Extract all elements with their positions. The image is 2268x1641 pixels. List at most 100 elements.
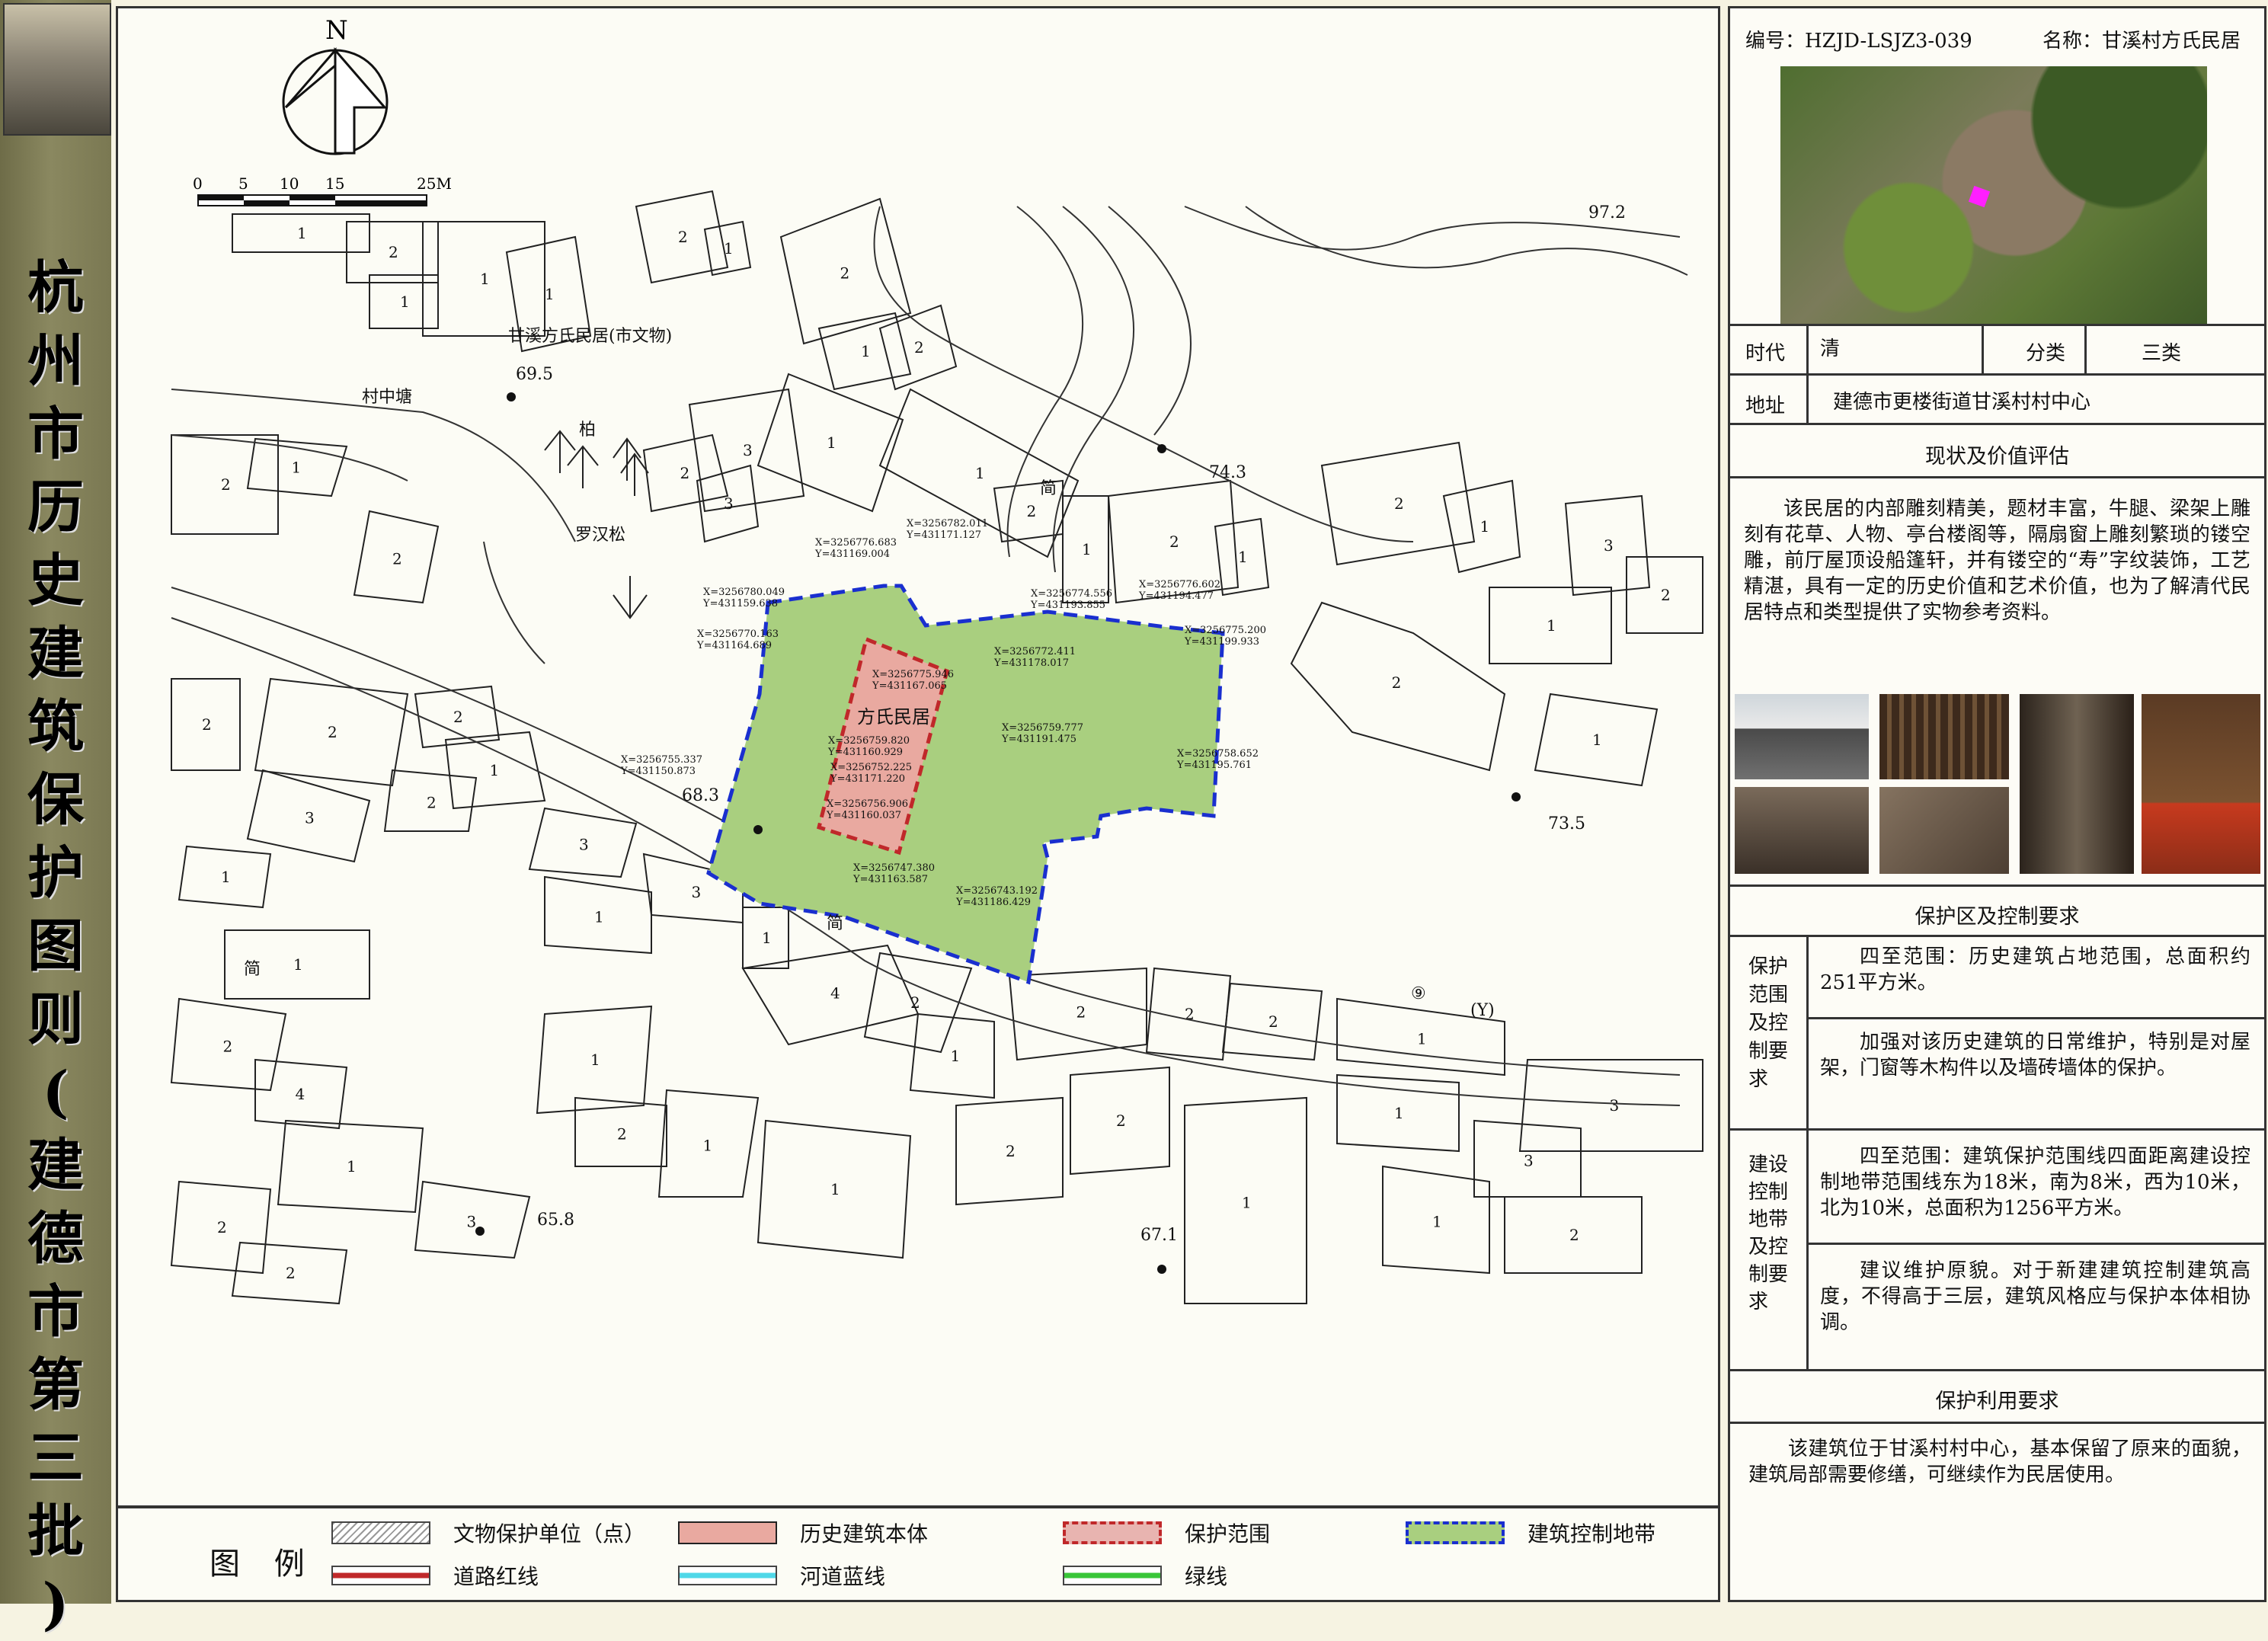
protect-swatch xyxy=(1063,1521,1162,1544)
coordinate-label: X=3256756.906 Y=431160.037 xyxy=(826,798,908,821)
storey-number: 4 xyxy=(830,984,840,1003)
storey-number: 2 xyxy=(680,464,690,482)
storey-number: 2 xyxy=(202,715,212,734)
storey-number: 1 xyxy=(594,908,604,926)
address-value: 建德市更楼街道甘溪村村中心 xyxy=(1833,391,2091,414)
storey-number: 2 xyxy=(453,708,463,726)
storey-number: 1 xyxy=(1432,1213,1442,1231)
info-panel: 编号：HZJD-LSJZ3-039 名称：甘溪村方氏民居 时代 清 分类 三类 … xyxy=(1728,6,2266,1602)
storey-number: 2 xyxy=(1394,494,1404,513)
storey-number: 1 xyxy=(1082,540,1092,558)
legend-label: 建筑控制地带 xyxy=(1527,1521,1656,1547)
storey-number: 2 xyxy=(1027,502,1037,520)
storey-number: 3 xyxy=(1610,1096,1620,1115)
legend-item-road-red-line: 道路红线 xyxy=(331,1560,539,1591)
elevation-label: 74.3 xyxy=(1209,463,1246,482)
coordinate-label: X=3256780.049 Y=431159.638 xyxy=(702,587,785,609)
carving-photo xyxy=(1879,694,2009,779)
body-swatch xyxy=(678,1521,777,1544)
storey-number: 2 xyxy=(389,243,398,261)
legend-label: 文物保护单位（点） xyxy=(453,1521,646,1547)
storey-number: 1 xyxy=(1394,1104,1404,1122)
scale-tick: 10 xyxy=(280,174,299,193)
protect-label: 保护范围及控制要求 xyxy=(1748,955,1789,1091)
coordinate-label: X=3256775.946 Y=431167.065 xyxy=(872,669,954,692)
title-char: 州 xyxy=(27,328,84,394)
storey-number: 2 xyxy=(910,993,920,1012)
legend-item-heritage-point: 文物保护单位（点） xyxy=(331,1518,645,1548)
storey-number: 2 xyxy=(1569,1226,1579,1244)
storey-number: 2 xyxy=(217,1218,227,1236)
coordinate-label: X=3256775.200 Y=431199.933 xyxy=(1184,625,1266,648)
coordinate-label: X=3256759.777 Y=431191.475 xyxy=(1001,722,1083,745)
storey-number: 2 xyxy=(1392,673,1402,692)
road-number: ⑨ xyxy=(1411,984,1426,1003)
storey-number: 2 xyxy=(1169,533,1179,551)
storey-number: 1 xyxy=(297,224,307,242)
arhat-pine-label: 罗汉松 xyxy=(575,526,625,545)
storey-number: 1 xyxy=(951,1047,961,1065)
scale-tick: 15 xyxy=(325,174,344,193)
legend-item-control-zone: 建筑控制地带 xyxy=(1406,1518,1655,1548)
storey-number: 1 xyxy=(221,868,231,886)
coordinate-label: X=3256772.411 Y=431178.017 xyxy=(993,646,1076,669)
title-char: 市 xyxy=(27,401,84,467)
storey-number: 2 xyxy=(617,1125,627,1144)
address-label: 地址 xyxy=(1745,395,1786,417)
hatch-swatch xyxy=(331,1521,430,1544)
legend-item-green-line: 绿线 xyxy=(1063,1560,1227,1591)
legend-label: 道路红线 xyxy=(453,1564,539,1589)
scale-tick: 5 xyxy=(238,174,248,193)
use-text: 该建筑位于甘溪村村中心，基本保留了原来的面貌，建筑局部需要修缮，可继续作为民居使… xyxy=(1748,1438,2251,1486)
protect-text-2: 加强对该历史建筑的日常维护，特别是对屋架，门窗等木构件以及墙砖墙体的保护。 xyxy=(1820,1031,2250,1080)
storey-number: 3 xyxy=(692,883,702,901)
storey-number: 1 xyxy=(545,285,555,303)
legend-label: 绿线 xyxy=(1185,1564,1228,1589)
use-title: 保护利用要求 xyxy=(1935,1390,2059,1413)
coordinate-label: X=3256782.011 Y=431171.127 xyxy=(906,518,988,541)
storey-number: 3 xyxy=(305,809,315,827)
coordinate-label: X=3256759.820 Y=431160.929 xyxy=(827,735,910,758)
title-char: 杭 xyxy=(27,255,84,321)
title-char: 筑 xyxy=(27,694,84,760)
legend: 图 例 文物保护单位（点） 历史建筑本体 保护范围 建筑控制地带 道路红线 河道… xyxy=(116,1506,1720,1602)
storey-number: 1 xyxy=(1592,731,1602,749)
legend-title: 图 例 xyxy=(210,1547,317,1582)
jian-label: 简 xyxy=(1040,479,1057,498)
class-value: 三类 xyxy=(2142,342,2182,365)
storey-number: 3 xyxy=(724,494,734,513)
building-name-label: 方氏民居 xyxy=(857,706,930,728)
ceiling-photo xyxy=(2142,694,2260,874)
legend-item-protection-range: 保护范围 xyxy=(1063,1518,1270,1548)
control-swatch xyxy=(1406,1521,1505,1544)
storey-number: 1 xyxy=(827,433,837,452)
title-char: 德 xyxy=(27,1206,84,1272)
site-map[interactable]: N 0 5 10 15 25M 1 2 1 1 2 1 2 1 2 1 2 1 1 3 2 3 2 1 2 1 2 1 2 1… xyxy=(116,6,1720,1508)
storey-number: 1 xyxy=(1480,517,1490,536)
control-text-2: 建议维护原貌。对于新建建筑控制建筑高度，不得高于三层，建筑风格应与保护本体相协调… xyxy=(1820,1259,2250,1334)
storey-number: 2 xyxy=(1116,1112,1126,1130)
title-char: 保 xyxy=(27,767,84,833)
storey-number: 3 xyxy=(467,1213,477,1231)
storey-number: 1 xyxy=(1547,616,1556,635)
elevation-label: 69.5 xyxy=(516,365,553,384)
document-title: 杭 州 市 历 史 建 筑 保 护 图 则 ( 建 德 市 第 三 批 ) xyxy=(0,251,111,1641)
legend-item-building-body: 历史建筑本体 xyxy=(678,1518,928,1548)
legend-item-river-blue-line: 河道蓝线 xyxy=(678,1560,885,1591)
storey-number: 1 xyxy=(292,459,302,477)
status-text: 该民居的内部雕刻精美，题材丰富，牛腿、梁架上雕刻有花草、人物、亭台楼阁等，隔扇窗… xyxy=(1744,497,2250,624)
cypress-label: 柏 xyxy=(579,421,596,440)
relief-photo xyxy=(1879,787,2009,874)
storey-number: 2 xyxy=(286,1264,296,1282)
title-char: 第 xyxy=(27,1352,84,1418)
title-char: 历 xyxy=(27,475,84,540)
era-value: 清 xyxy=(1820,337,1841,360)
courtyard-photo xyxy=(1735,787,1869,874)
elevation-label: 67.1 xyxy=(1140,1226,1178,1245)
storey-number: 3 xyxy=(1524,1152,1534,1170)
green-swatch xyxy=(1063,1566,1162,1585)
storey-number: 1 xyxy=(830,1180,840,1198)
storey-number: 2 xyxy=(1661,586,1671,604)
title-char: 建 xyxy=(27,621,84,686)
storey-number: 1 xyxy=(861,342,871,360)
